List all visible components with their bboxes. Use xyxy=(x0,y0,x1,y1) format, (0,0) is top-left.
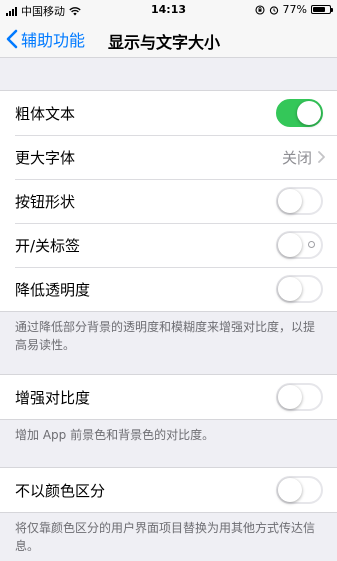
off-circle-icon xyxy=(308,241,315,248)
chevron-right-icon xyxy=(318,151,325,163)
row-bold-text[interactable]: 粗体文本 xyxy=(0,91,337,135)
reduce-transparency-footnote: 通过降低部分背景的透明度和模糊度来增强对比度，以提高易读性。 xyxy=(15,320,316,352)
differentiate-without-color-footnote: 将仅靠颜色区分的用户界面项目替换为用其他方式传达信息。 xyxy=(15,521,316,553)
on-off-labels-toggle[interactable] xyxy=(276,231,323,259)
toggle-knob xyxy=(297,101,321,125)
toggle-knob xyxy=(278,478,302,502)
row-button-shapes[interactable]: 按钮形状 xyxy=(0,179,337,223)
back-label: 辅助功能 xyxy=(21,31,86,50)
reduce-transparency-toggle[interactable] xyxy=(276,275,323,303)
increase-contrast-toggle[interactable] xyxy=(276,383,323,411)
status-bar: 中国移动 14:13 77% xyxy=(0,0,337,20)
alarm-icon xyxy=(269,5,278,15)
larger-text-disclosure[interactable]: 关闭 xyxy=(282,135,325,179)
chevron-left-icon xyxy=(6,29,18,49)
row-increase-contrast[interactable]: 增强对比度 xyxy=(0,375,337,419)
larger-text-value: 关闭 xyxy=(281,148,312,167)
row-reduce-transparency[interactable]: 降低透明度 xyxy=(0,267,337,311)
toggle-knob xyxy=(278,385,302,409)
toggle-knob xyxy=(278,189,302,213)
navigation-bar: 辅助功能 显示与文字大小 xyxy=(0,20,337,58)
page-title: 显示与文字大小 xyxy=(108,33,221,52)
battery-icon xyxy=(311,5,333,14)
button-shapes-toggle[interactable] xyxy=(276,187,323,215)
status-right: 77% xyxy=(254,3,333,16)
bold-text-toggle[interactable] xyxy=(276,99,323,127)
toggle-knob xyxy=(278,277,302,301)
differentiate-without-color-toggle[interactable] xyxy=(276,476,323,504)
row-on-off-labels[interactable]: 开/关标签 xyxy=(0,223,337,267)
row-differentiate-without-color[interactable]: 不以颜色区分 xyxy=(0,468,337,512)
increase-contrast-footnote: 增加 App 前景色和背景色的对比度。 xyxy=(15,428,215,442)
battery-level-fill xyxy=(313,7,325,12)
row-larger-text[interactable]: 更大字体 关闭 xyxy=(0,135,337,179)
orientation-lock-icon xyxy=(254,4,265,15)
settings-content: 粗体文本 更大字体 关闭 按钮形状 开/关标签 降低透明度 通过降低部分背景的透… xyxy=(0,58,337,561)
settings-group-color: 不以颜色区分 xyxy=(0,467,337,513)
settings-group-contrast: 增强对比度 xyxy=(0,374,337,420)
battery-percent: 77% xyxy=(282,3,307,16)
toggle-knob xyxy=(278,233,302,257)
settings-group-display: 粗体文本 更大字体 关闭 按钮形状 开/关标签 降低透明度 xyxy=(0,90,337,312)
back-button[interactable]: 辅助功能 xyxy=(6,27,85,51)
